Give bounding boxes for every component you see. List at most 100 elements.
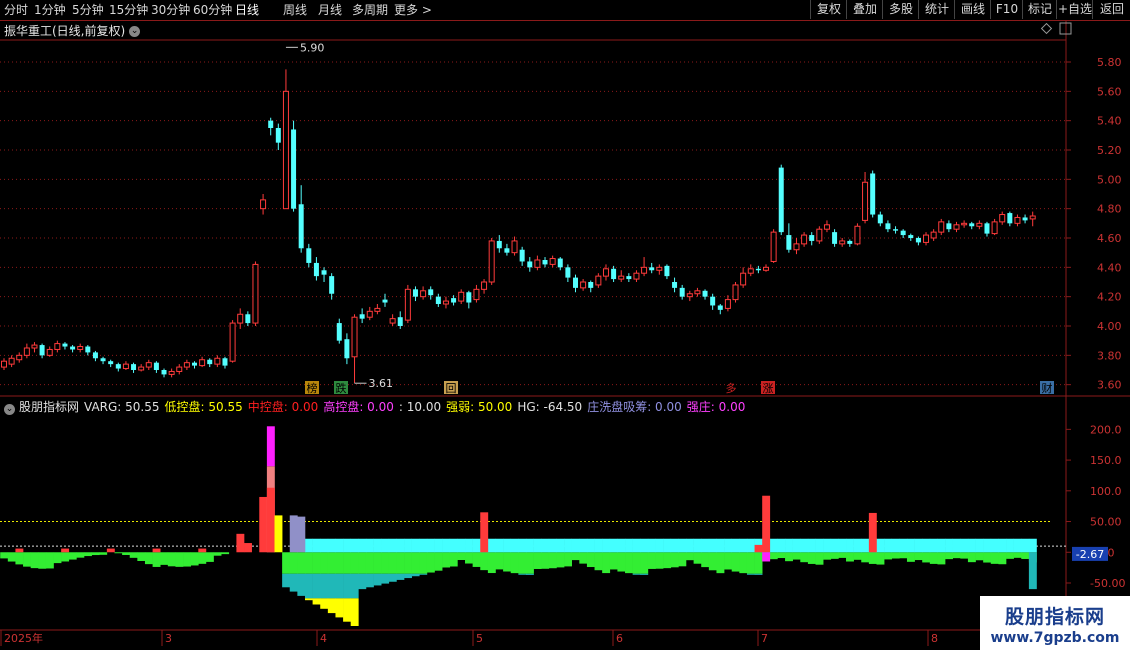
ind-bar-cyan: [579, 538, 588, 553]
candle-body-down: [847, 240, 853, 244]
candle-body-up: [602, 268, 609, 277]
candle-body-down: [275, 128, 281, 143]
candle-body-down: [611, 268, 617, 280]
ind-bar-cyan: [541, 538, 550, 553]
ind-bar-green: [952, 552, 961, 559]
ind-bar-green: [541, 552, 550, 569]
ind-bar-cyan: [693, 538, 702, 553]
candle-body-down: [809, 235, 815, 241]
candle-body-up: [8, 357, 15, 365]
ind-bar-green: [167, 552, 176, 567]
candle-body-down: [664, 265, 670, 277]
candle-body-down: [915, 238, 921, 243]
ind-bar-cyan: [716, 538, 725, 553]
ind-bar-yellow: [335, 598, 344, 618]
candle-body-down: [877, 214, 883, 224]
chart-canvas[interactable]: 5.80 5.60 5.40 5.20 5.00 4.80 4.60 4.40 4.20 4.00…: [0, 0, 1130, 650]
ind-bar-green: [693, 552, 702, 564]
candle-body-up: [404, 288, 411, 321]
ind-bar-cyan: [647, 538, 656, 553]
ind-bar-red: [106, 548, 115, 553]
ind-bar-green: [365, 552, 374, 574]
ind-bar-red: [266, 487, 275, 553]
y-tick-label: 5.20: [1097, 144, 1122, 157]
candle-body-up: [633, 272, 640, 280]
y-tick-label: 5.00: [1097, 173, 1122, 186]
ind-bar-cyan: [388, 538, 397, 553]
ind-bar-green: [99, 552, 108, 555]
low-price-label: 3.61: [369, 377, 394, 390]
candle-body-down: [984, 223, 990, 234]
candle-body-down: [626, 276, 632, 280]
candle-body-up: [534, 259, 541, 268]
ind-bar-cyan: [724, 538, 733, 553]
candle-body-up: [641, 266, 648, 274]
ind-y-tick-label: 200.0: [1090, 423, 1122, 436]
ind-bar-green: [945, 552, 953, 560]
candle-body-down: [588, 282, 594, 288]
candle-body-up: [214, 357, 221, 365]
ind-bar-cyan: [602, 538, 611, 553]
ind-bar-red: [152, 548, 161, 553]
candle-body-down: [451, 298, 457, 303]
ind-bar-green: [183, 552, 191, 567]
ind-bar-green: [480, 552, 489, 571]
candle-body-up: [930, 231, 937, 239]
ind-bar-green: [30, 552, 39, 569]
candle-body-up: [145, 362, 152, 368]
ind-bar-yellow: [312, 598, 321, 605]
ind-bar-green: [160, 552, 169, 565]
candle-body-up: [488, 240, 495, 283]
ind-bar-green: [548, 552, 557, 569]
ind-bar-cyan: [625, 538, 633, 553]
ind-bar-cyan: [884, 538, 893, 553]
candle-body-down: [557, 258, 563, 268]
indicator-menu-icon[interactable]: ⌄: [4, 404, 15, 415]
ind-bar-green: [419, 552, 428, 574]
ind-bar-green: [807, 552, 816, 564]
ind-bar-cyan: [937, 538, 946, 553]
ind-bar-teal: [320, 573, 329, 599]
ind-bar-cyan: [640, 538, 649, 553]
ind-bar-green: [304, 552, 313, 574]
ind-bar-green: [647, 552, 656, 569]
ind-bar-cyan: [350, 538, 359, 553]
ind-bar-teal: [335, 573, 344, 599]
candle-body-down: [321, 270, 327, 275]
ind-bar-cyan: [785, 538, 793, 553]
ind-bar-green: [76, 552, 85, 558]
ind-bar-green: [701, 552, 710, 568]
ind-bar-cyan: [846, 538, 854, 553]
ind-bar-cyan: [731, 538, 740, 553]
ind-bar-green: [91, 552, 100, 556]
current-value-label: -2.67: [1076, 548, 1104, 561]
ind-bar-green: [769, 552, 778, 560]
ind-bar-green: [221, 552, 230, 555]
candle-body-up: [351, 316, 358, 358]
ind-bar-green: [846, 552, 854, 562]
candle-body-up: [183, 362, 190, 368]
ind-bar-cyan: [335, 538, 344, 553]
marker-label: 财: [1042, 381, 1053, 395]
ind-bar-green: [960, 552, 969, 559]
candle-body-down: [313, 262, 319, 277]
ind-bar-magenta: [266, 426, 275, 467]
candle-body-up: [732, 284, 739, 301]
ind-bar-cyan: [632, 538, 641, 553]
ind-bar-green: [678, 552, 687, 567]
ind-bar-cyan: [373, 538, 382, 553]
ind-bar-teal: [404, 573, 412, 579]
candle-body-up: [724, 299, 731, 309]
ind-bar-cyan: [533, 538, 542, 553]
ind-bar-cyan: [457, 538, 466, 553]
ind-bar-cyan: [960, 538, 969, 553]
ind-bar-cyan: [525, 538, 534, 553]
candle-body-down: [306, 248, 312, 263]
y-tick-label: 4.80: [1097, 203, 1122, 216]
ind-bar-green: [137, 552, 146, 561]
ind-bar-green: [800, 552, 809, 563]
ind-bar-cyan: [876, 538, 885, 553]
ind-bar-cyan: [617, 538, 626, 553]
candle-body-down: [245, 314, 251, 324]
y-tick-label: 4.20: [1097, 291, 1122, 304]
